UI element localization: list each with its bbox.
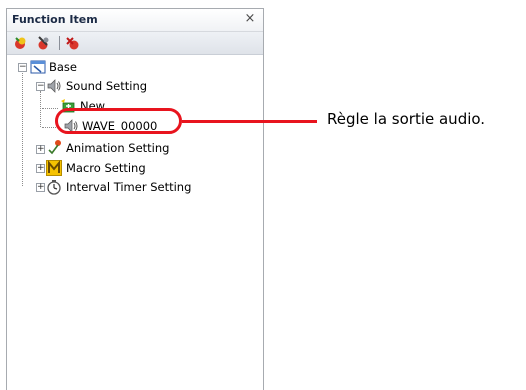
- tree-item-interval-timer-setting[interactable]: + Interval Timer Setting: [7, 179, 263, 197]
- edit-function-icon[interactable]: [35, 35, 51, 51]
- animation-icon: [46, 139, 62, 155]
- delete-function-icon[interactable]: [65, 35, 81, 51]
- tree-item-macro-setting[interactable]: + Macro Setting: [7, 160, 263, 178]
- tree-item-label: Sound Setting: [66, 79, 148, 93]
- expand-toggle[interactable]: +: [36, 145, 45, 154]
- tree-item-base[interactable]: − Base: [7, 59, 263, 77]
- tree-item-label: Macro Setting: [66, 161, 146, 175]
- stage: Function Item × − Base − Sound Setting N…: [0, 0, 526, 390]
- callout-highlight-ring: [55, 108, 182, 134]
- close-button[interactable]: ×: [243, 12, 257, 26]
- timer-icon: [46, 179, 62, 195]
- panel-toolbar: [7, 32, 263, 55]
- base-screen-icon: [30, 59, 46, 75]
- function-item-panel: Function Item × − Base − Sound Setting N…: [6, 8, 264, 390]
- toolbar-separator: [59, 36, 60, 50]
- speaker-icon: [46, 78, 62, 94]
- tree-item-label: Interval Timer Setting: [66, 180, 192, 194]
- function-tree: − Base − Sound Setting New WAVE_00000 + …: [7, 55, 263, 390]
- macro-m-icon: [46, 160, 62, 176]
- tree-item-sound-setting[interactable]: − Sound Setting: [7, 78, 263, 96]
- expand-toggle[interactable]: +: [36, 183, 45, 192]
- expand-toggle[interactable]: +: [36, 164, 45, 173]
- panel-title: Function Item: [12, 13, 98, 26]
- tree-item-animation-setting[interactable]: + Animation Setting: [7, 139, 263, 159]
- add-function-icon[interactable]: [13, 35, 29, 51]
- tree-item-label: Animation Setting: [66, 141, 170, 155]
- tree-item-label: Base: [49, 60, 78, 74]
- panel-titlebar: Function Item ×: [7, 9, 263, 32]
- collapse-toggle[interactable]: −: [18, 63, 27, 72]
- collapse-toggle[interactable]: −: [36, 82, 45, 91]
- callout-text: Règle la sortie audio.: [327, 110, 486, 128]
- callout-leader-line: [182, 120, 317, 123]
